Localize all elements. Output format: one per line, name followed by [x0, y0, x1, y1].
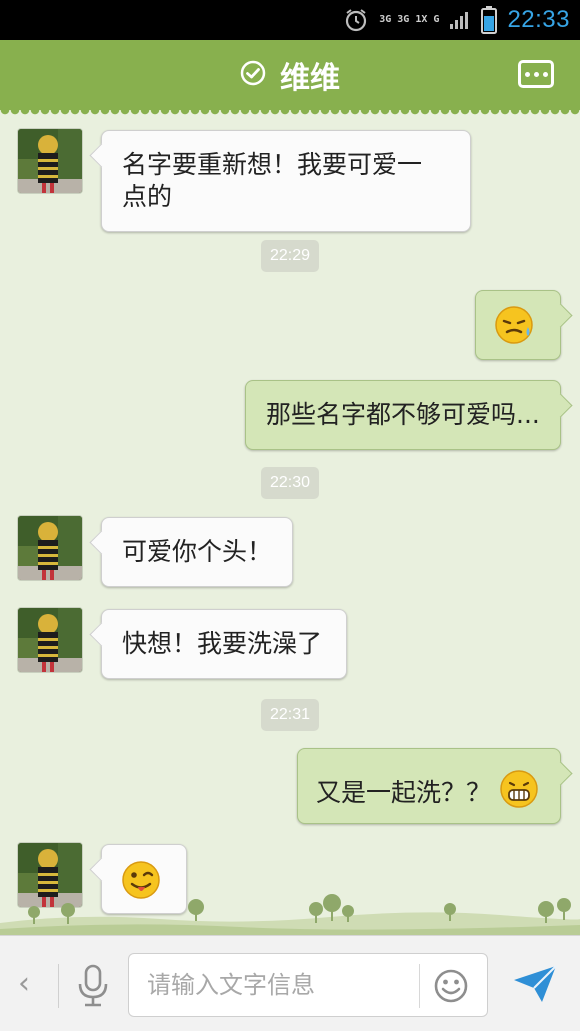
check-circle-icon	[240, 60, 266, 90]
chat-area[interactable]: 名字要重新想！我要可爱一 点的 22:29 那些名字都不够可爱吗... 22:3…	[0, 110, 580, 935]
message-bubble-right[interactable]: 那些名字都不够可爱吗...	[245, 380, 561, 450]
input-bar: ‹	[0, 935, 580, 1031]
more-icon-dot	[533, 71, 539, 77]
title-bar: 维维	[0, 40, 580, 116]
divider	[419, 964, 420, 1008]
alarm-icon	[343, 7, 369, 33]
status-bar: 3G 3G 1X G 22:33	[0, 0, 580, 40]
message-bubble-left[interactable]: 快想！我要洗澡了	[101, 609, 347, 679]
signal-icon	[449, 10, 471, 30]
timestamp: 22:29	[261, 240, 319, 272]
contact-avatar[interactable]	[17, 607, 83, 673]
network-indicator-icon: 3G 3G 1X G	[379, 15, 439, 25]
more-icon-dot	[542, 71, 548, 77]
message-text: 快想！我要洗澡了	[122, 629, 323, 658]
page-title: 维维	[280, 61, 340, 96]
message-input-box[interactable]	[128, 953, 488, 1017]
message-text: 可爱你个头！	[122, 537, 273, 566]
more-button[interactable]	[518, 60, 554, 88]
title-group: 维维	[240, 53, 340, 97]
message-text: 那些名字都不够可爱吗...	[266, 400, 540, 429]
smiley-icon[interactable]	[433, 968, 469, 1008]
scenery-decoration	[0, 885, 580, 935]
sweat-smile-emoji	[494, 305, 536, 355]
contact-avatar[interactable]	[17, 515, 83, 581]
microphone-icon[interactable]	[76, 964, 110, 1012]
battery-icon	[481, 6, 498, 34]
contact-avatar[interactable]	[17, 128, 83, 194]
message-bubble-left[interactable]: 可爱你个头！	[101, 517, 293, 587]
network-label: 3G 3G 1X G	[379, 14, 440, 25]
message-text-line: 点的	[122, 182, 173, 211]
message-bubble-right[interactable]: 又是一起洗？？	[297, 748, 561, 824]
message-bubble-right[interactable]	[475, 290, 561, 360]
status-time: 22:33	[507, 6, 570, 33]
message-text: 又是一起洗？？	[316, 778, 492, 807]
timestamp: 22:31	[261, 699, 319, 731]
message-input[interactable]	[147, 964, 417, 1006]
message-text-line: 名字要重新想！我要可爱一	[122, 150, 423, 179]
send-icon[interactable]	[512, 962, 558, 1010]
back-chevron-icon[interactable]: ‹	[18, 966, 30, 1001]
more-icon	[524, 71, 530, 77]
timestamp: 22:30	[261, 467, 319, 499]
message-bubble-left[interactable]: 名字要重新想！我要可爱一 点的	[101, 130, 471, 232]
grin-emoji	[499, 769, 539, 817]
divider	[58, 964, 59, 1008]
